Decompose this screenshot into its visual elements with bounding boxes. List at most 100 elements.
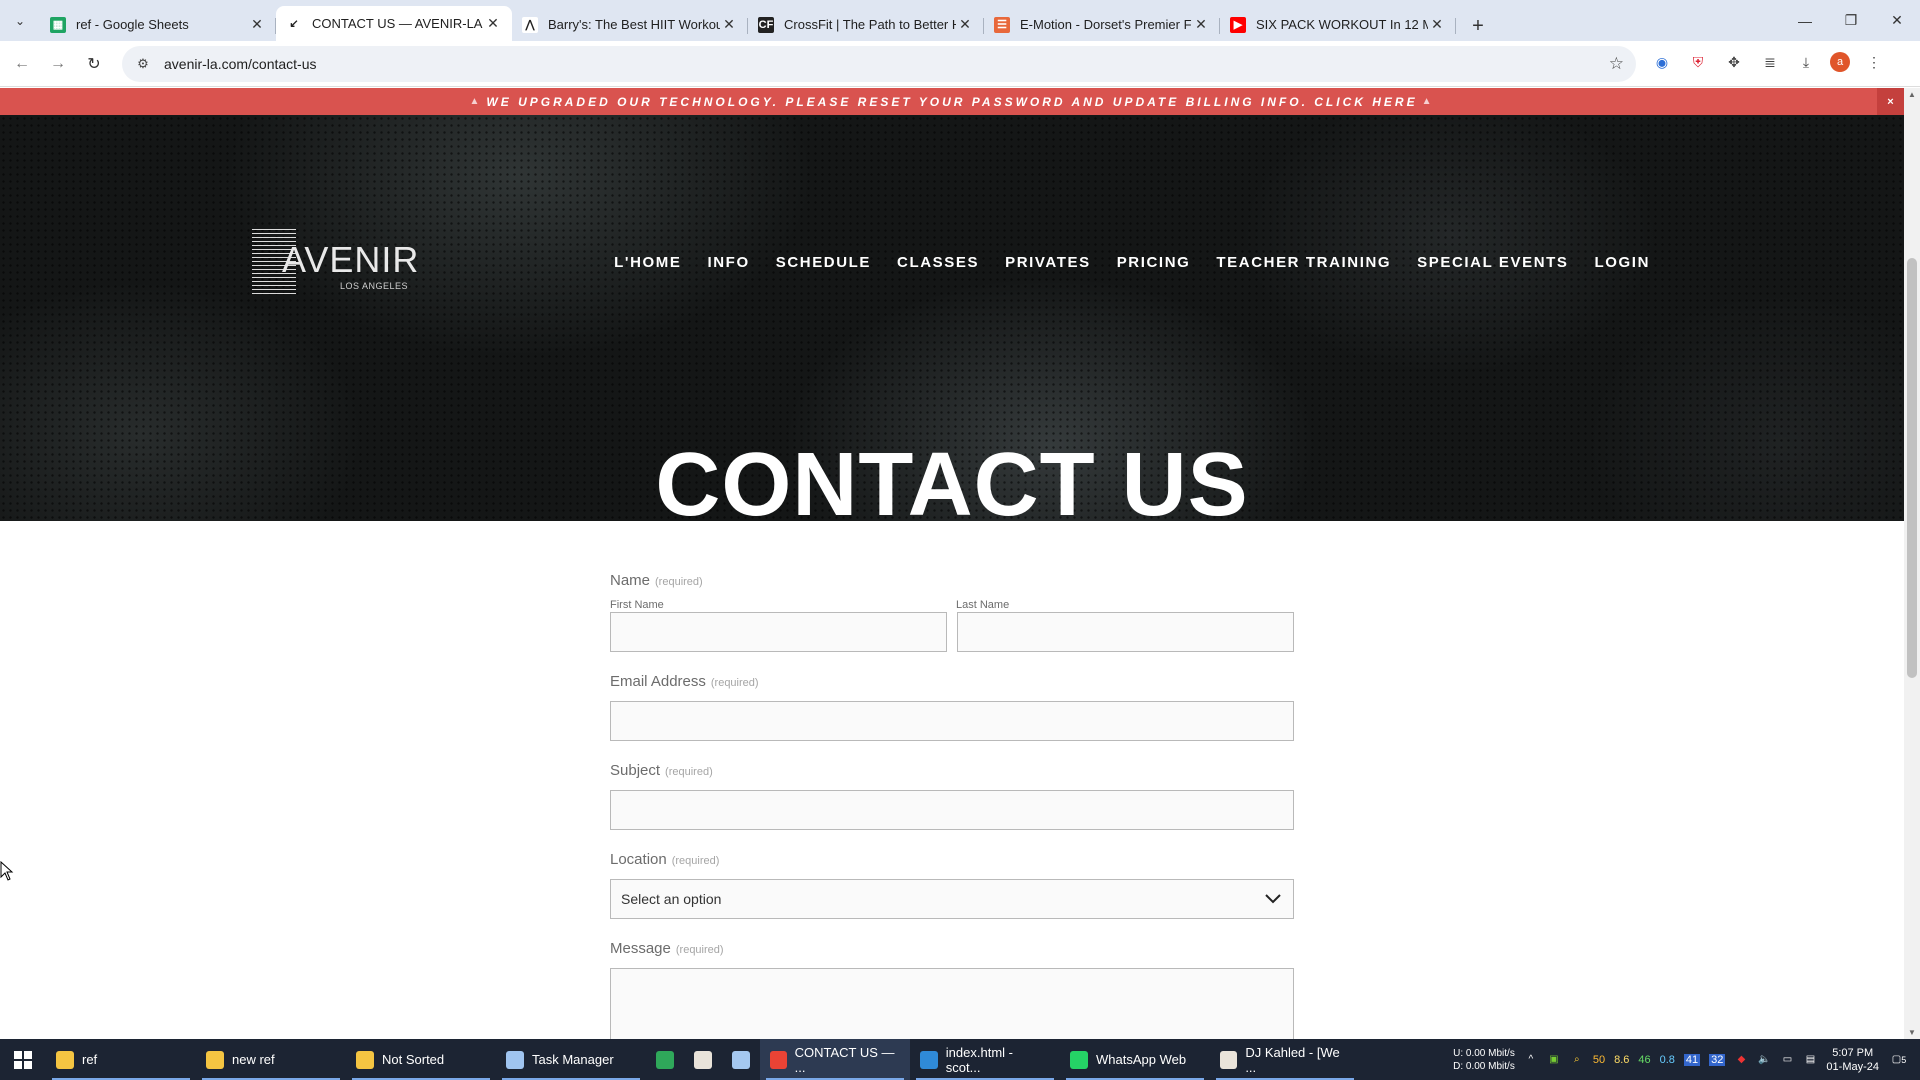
browser-menu-icon[interactable]: ⋮	[1862, 50, 1886, 74]
taskbar-item[interactable]: new ref	[196, 1039, 346, 1080]
downloads-icon[interactable]: ⤓	[1794, 50, 1818, 74]
nav-link[interactable]: PRICING	[1117, 254, 1191, 271]
reload-icon[interactable]: ↻	[80, 50, 108, 78]
email-field[interactable]	[610, 701, 1294, 741]
tab-title: CrossFit | The Path to Better He	[784, 17, 956, 32]
new-tab-icon[interactable]: +	[1464, 12, 1492, 40]
address-bar[interactable]: ⚙ avenir-la.com/contact-us ☆	[122, 46, 1636, 82]
last-name-field[interactable]	[957, 612, 1294, 652]
tray-search-icon[interactable]: ⌕	[1570, 1053, 1584, 1067]
taskbar-item[interactable]: ref	[46, 1039, 196, 1080]
taskbar-item[interactable]	[722, 1039, 760, 1080]
tab-close-icon[interactable]: ✕	[956, 16, 974, 34]
nav-link[interactable]: TEACHER TRAINING	[1216, 254, 1391, 271]
net-down-label: D:	[1453, 1060, 1464, 1072]
tab-separator	[1455, 18, 1456, 34]
close-window-icon[interactable]: ✕	[1874, 0, 1920, 41]
extension-globe-icon[interactable]: ◉	[1650, 50, 1674, 74]
windows-logo-icon	[14, 1050, 32, 1069]
tab-close-icon[interactable]: ✕	[1428, 16, 1446, 34]
clock[interactable]: 5:07 PM 01-May-24	[1826, 1046, 1879, 1074]
location-label: Location (required)	[610, 851, 720, 868]
banner-close-button[interactable]: ×	[1877, 88, 1904, 115]
nav-link[interactable]: SPECIAL EVENTS	[1417, 254, 1568, 271]
tab-close-icon[interactable]: ✕	[720, 16, 738, 34]
taskbar-item-label: ref	[82, 1052, 98, 1067]
scroll-down-icon[interactable]: ▼	[1908, 1028, 1916, 1037]
last-name-label: Last Name	[956, 599, 1010, 611]
tray-app-icon[interactable]: ▣	[1547, 1053, 1561, 1067]
taskbar-item[interactable]: DJ Kahled - [We ...	[1210, 1039, 1360, 1080]
back-icon[interactable]: ←	[8, 50, 36, 78]
browser-tab[interactable]: ▶ SIX PACK WORKOUT In 12 Min ✕	[1220, 10, 1456, 39]
warning-icon: ▲	[1421, 96, 1435, 107]
notifications-icon[interactable]: ▢ 5	[1888, 1053, 1910, 1067]
media-queue-icon[interactable]: ≣	[1758, 50, 1782, 74]
tray-security-icon[interactable]: ◆	[1734, 1053, 1748, 1067]
tray-stat-value: 0.8	[1659, 1053, 1675, 1066]
first-name-field[interactable]	[610, 612, 947, 652]
task-manager-icon	[506, 1050, 524, 1069]
nav-link[interactable]: CLASSES	[897, 254, 979, 271]
taskbar-apps: ref new ref Not Sorted Task Manager CONTACT …	[46, 1039, 1360, 1080]
location-select[interactable]: Select an option	[610, 879, 1294, 919]
location-select-value: Select an option	[621, 891, 722, 907]
tab-close-icon[interactable]: ✕	[248, 16, 266, 34]
browser-tab[interactable]: CF CrossFit | The Path to Better He ✕	[748, 10, 984, 39]
battery-icon[interactable]: ▭	[1780, 1053, 1794, 1067]
page-title: CONTACT US	[655, 435, 1249, 521]
tab-close-icon[interactable]: ✕	[1192, 16, 1210, 34]
logo-subtitle: LOS ANGELES	[340, 281, 409, 291]
volume-icon[interactable]: 🔈	[1757, 1053, 1771, 1067]
network-speed: U: 0.00 Mbit/s D: 0.00 Mbit/s	[1453, 1047, 1515, 1073]
extensions-puzzle-icon[interactable]: ✥	[1722, 50, 1746, 74]
crossfit-icon: CF	[758, 16, 774, 33]
taskbar-item-label: WhatsApp Web	[1096, 1052, 1187, 1067]
forward-icon[interactable]: →	[44, 50, 72, 78]
taskbar-item[interactable]: index.html - scot...	[910, 1039, 1060, 1080]
start-button[interactable]	[0, 1039, 46, 1080]
tab-close-icon[interactable]: ✕	[484, 15, 502, 33]
taskbar-item[interactable]	[646, 1039, 684, 1080]
taskbar-item-label: Task Manager	[532, 1052, 614, 1067]
taskbar-item[interactable]: Task Manager	[496, 1039, 646, 1080]
nav-link[interactable]: SCHEDULE	[776, 254, 871, 271]
taskbar-item[interactable]	[684, 1039, 722, 1080]
hero-section: AVENIR LOS ANGELES L'HOME INFO SCHEDULE CLA…	[0, 115, 1904, 521]
scrollbar-thumb[interactable]	[1907, 258, 1917, 678]
announcement-text[interactable]: WE UPGRADED OUR TECHNOLOGY. PLEASE RESET…	[486, 95, 1417, 109]
browser-tab[interactable]: ▦ ref - Google Sheets ✕	[40, 10, 276, 39]
net-down-value: 0.00 Mbit/s	[1465, 1060, 1515, 1072]
subject-field[interactable]	[610, 790, 1294, 830]
browser-tab[interactable]: ☰ E-Motion - Dorset's Premier Fit ✕	[984, 10, 1220, 39]
network-icon[interactable]: ▤	[1803, 1053, 1817, 1067]
site-info-icon[interactable]: ⚙	[128, 56, 158, 72]
extension-shield-icon[interactable]: ⛨	[1686, 50, 1710, 74]
taskbar-item[interactable]: CONTACT US — ...	[760, 1039, 910, 1080]
taskbar-item[interactable]: WhatsApp Web	[1060, 1039, 1210, 1080]
tray-chevron-icon[interactable]: ^	[1524, 1053, 1538, 1067]
profile-avatar-icon[interactable]: a	[1830, 52, 1850, 72]
url-text[interactable]: avenir-la.com/contact-us	[164, 56, 317, 72]
web-page: ▲ WE UPGRADED OUR TECHNOLOGY. PLEASE RES…	[0, 88, 1904, 1039]
page-scrollbar[interactable]: ▲ ▼	[1904, 88, 1920, 1039]
bookmark-star-icon[interactable]: ☆	[1609, 54, 1624, 74]
scroll-up-icon[interactable]: ▲	[1908, 90, 1916, 99]
tab-search-icon[interactable]: ⌄	[8, 9, 32, 33]
nav-link[interactable]: LOGIN	[1595, 254, 1651, 271]
restore-icon[interactable]: ❐	[1828, 0, 1874, 41]
nav-link[interactable]: PRIVATES	[1005, 254, 1091, 271]
nav-link[interactable]: L'HOME	[614, 254, 681, 271]
tab-title: SIX PACK WORKOUT In 12 Min	[1256, 17, 1428, 32]
chrome-icon	[770, 1050, 787, 1069]
taskbar-item[interactable]: Not Sorted	[346, 1039, 496, 1080]
windows-taskbar: ref new ref Not Sorted Task Manager CONTACT …	[0, 1039, 1920, 1080]
nav-link[interactable]: INFO	[707, 254, 749, 271]
browser-tab[interactable]: ⋀ Barry's: The Best HIIT Workouts ✕	[512, 10, 748, 39]
announcement-banner[interactable]: ▲ WE UPGRADED OUR TECHNOLOGY. PLEASE RES…	[0, 88, 1904, 115]
app-icon	[1220, 1050, 1238, 1069]
browser-tab[interactable]: ↙ CONTACT US — AVENIR-LA ✕	[276, 6, 512, 41]
site-logo[interactable]: AVENIR LOS ANGELES	[252, 229, 432, 299]
message-field[interactable]	[610, 968, 1294, 1039]
minimize-icon[interactable]: —	[1782, 0, 1828, 41]
